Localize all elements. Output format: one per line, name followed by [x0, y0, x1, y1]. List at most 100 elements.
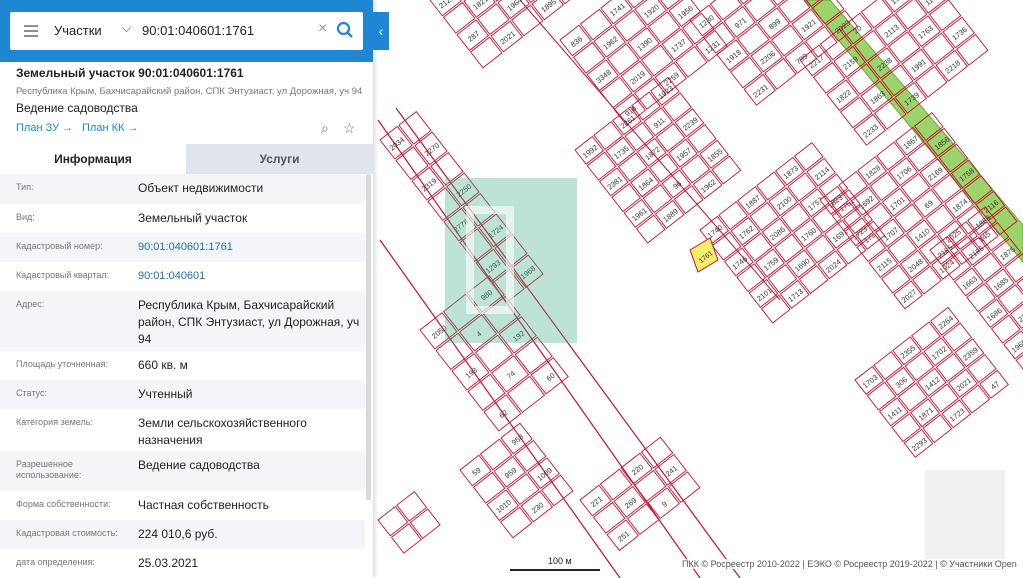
plan-zu-link[interactable]: План ЗУ →	[16, 122, 73, 134]
parcel[interactable]	[749, 202, 780, 232]
parcel[interactable]	[756, 171, 786, 201]
parcel[interactable]	[960, 384, 991, 414]
parcel[interactable]	[718, 201, 748, 231]
parcel[interactable]	[640, 436, 674, 469]
parcel[interactable]	[777, 0, 811, 24]
parcel[interactable]	[686, 124, 717, 153]
parcel[interactable]	[572, 41, 606, 74]
parcel[interactable]	[617, 152, 648, 182]
parcel[interactable]	[592, 501, 626, 534]
parcel[interactable]	[966, 283, 996, 313]
parcel[interactable]	[709, 0, 743, 21]
parcel[interactable]	[774, 233, 804, 263]
parcel[interactable]	[673, 185, 704, 215]
parcel[interactable]	[730, 56, 763, 89]
parcel[interactable]	[935, 353, 966, 383]
parcel[interactable]	[635, 214, 666, 244]
parcel[interactable]	[793, 141, 824, 171]
parcel[interactable]	[900, 173, 931, 203]
parcel[interactable]	[470, 36, 503, 69]
parcel[interactable]	[764, 0, 797, 6]
parcel[interactable]	[869, 172, 900, 202]
parcel[interactable]	[606, 43, 640, 76]
parcel[interactable]	[915, 65, 948, 98]
parcel[interactable]	[873, 351, 903, 381]
parcel[interactable]	[897, 382, 928, 412]
parcel[interactable]	[780, 203, 811, 233]
parcel[interactable]	[760, 294, 791, 324]
parcel[interactable]	[390, 523, 422, 554]
parcel[interactable]	[928, 0, 962, 32]
scrollbar[interactable]	[366, 174, 371, 500]
parcel[interactable]	[911, 321, 941, 351]
parcel[interactable]	[675, 45, 708, 78]
parcel[interactable]	[442, 1, 476, 34]
parcel[interactable]	[467, 373, 506, 412]
tab-services[interactable]: Услуги	[186, 144, 373, 174]
plan-kk-link[interactable]: План КК →	[82, 122, 138, 134]
parcel[interactable]	[887, 31, 921, 64]
parcel[interactable]	[798, 265, 829, 295]
tab-info[interactable]: Информация	[0, 144, 186, 174]
parcel[interactable]	[500, 506, 533, 539]
parcel[interactable]	[640, 44, 674, 77]
parcel[interactable]	[507, 375, 546, 414]
parcel[interactable]	[921, 32, 955, 65]
close-icon[interactable]: ×	[318, 20, 327, 38]
parcel[interactable]	[942, 322, 973, 352]
parcel[interactable]	[479, 438, 513, 471]
parcel[interactable]	[593, 121, 623, 151]
parcel[interactable]	[880, 264, 911, 294]
menu-icon[interactable]	[24, 25, 38, 37]
parcel[interactable]	[377, 505, 409, 537]
search-input[interactable]: 90:01:040601:1761	[142, 23, 254, 38]
parcel[interactable]	[805, 234, 836, 264]
parcel[interactable]	[966, 354, 997, 383]
parcel[interactable]	[613, 9, 647, 42]
parcel[interactable]	[767, 264, 798, 294]
parcel[interactable]	[396, 491, 428, 522]
parcel[interactable]	[655, 123, 686, 153]
parcel[interactable]	[894, 203, 924, 233]
parcel[interactable]	[812, 61, 846, 94]
parcel[interactable]	[972, 252, 1003, 282]
parcel[interactable]	[990, 314, 1021, 344]
chevron-down-icon[interactable]: ⌵	[122, 21, 131, 36]
zoom-to-icon[interactable]: ⌕	[321, 121, 335, 135]
parcel[interactable]	[904, 352, 935, 382]
parcel[interactable]	[891, 413, 921, 443]
parcel[interactable]	[925, 204, 956, 234]
parcel[interactable]	[876, 141, 906, 171]
parcel[interactable]	[476, 3, 510, 36]
parcel[interactable]	[662, 92, 693, 122]
parcel[interactable]	[654, 0, 688, 10]
parcel[interactable]	[912, 265, 942, 295]
parcel[interactable]	[736, 23, 770, 56]
parcel[interactable]	[764, 57, 797, 90]
parcel[interactable]	[633, 469, 667, 502]
search-type-select[interactable]: Участки	[54, 23, 102, 38]
parcel[interactable]	[472, 471, 506, 504]
parcel[interactable]	[409, 508, 441, 539]
parcel[interactable]	[787, 172, 818, 202]
parcel[interactable]	[840, 96, 873, 129]
collapse-panel-button[interactable]: ‹	[373, 12, 389, 50]
star-icon[interactable]: ☆	[343, 121, 357, 135]
parcel[interactable]	[929, 383, 959, 413]
parcel[interactable]	[922, 414, 953, 444]
parcel[interactable]	[711, 155, 742, 185]
parcel[interactable]	[631, 91, 661, 121]
parcel[interactable]	[866, 381, 897, 411]
parcel[interactable]	[680, 154, 711, 184]
parcel[interactable]	[647, 11, 681, 44]
parcel[interactable]	[770, 24, 804, 57]
info-row-value[interactable]: 90:01:040601:1761	[138, 239, 363, 256]
parcel[interactable]	[642, 184, 673, 214]
parcel[interactable]	[600, 76, 633, 109]
parcel[interactable]	[611, 183, 641, 213]
parcel[interactable]	[626, 503, 660, 536]
search-icon[interactable]	[336, 21, 354, 39]
parcel[interactable]	[742, 232, 773, 262]
parcel[interactable]	[955, 33, 989, 66]
info-row-value[interactable]: 90:01:040601	[138, 268, 363, 285]
